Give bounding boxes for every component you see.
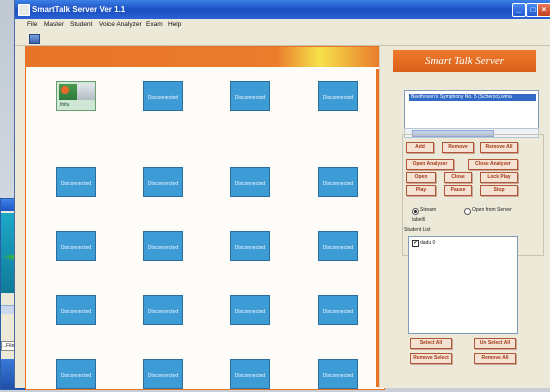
client-disconnected[interactable]: Disconnected — [56, 359, 96, 389]
client-label: thitu — [60, 102, 70, 108]
student-list-heading: Student List — [404, 227, 431, 233]
menu-exam[interactable]: Exam — [146, 21, 163, 28]
monitor-icon[interactable] — [29, 34, 40, 44]
remove-button[interactable]: Remove — [442, 142, 474, 153]
stream-radio[interactable] — [412, 208, 419, 215]
close-stream-button[interactable]: Close — [444, 172, 472, 183]
client-grid: thitu Disconnected Disconnected Disconnecte… — [26, 69, 379, 389]
remove-select-button[interactable]: Remove Select — [410, 353, 452, 364]
menu-bar: File Master Student Voice Analyzer Exam … — [15, 19, 550, 31]
menu-help[interactable]: Help — [168, 21, 181, 28]
menu-voice-analyzer[interactable]: Voice Analyzer — [99, 21, 142, 28]
client-disconnected[interactable]: Disconnected — [56, 295, 96, 325]
student-checkbox[interactable]: ✔ — [412, 240, 419, 247]
music-list-item[interactable]: Beethoven's Symphony No. 5 (Scherzo).wma — [409, 94, 536, 101]
client-disconnected[interactable]: Disconnected — [318, 295, 358, 325]
label6: label6 — [412, 217, 426, 223]
client-disconnected[interactable]: Disconnected — [143, 295, 183, 325]
client-panel: thitu Disconnected Disconnected Disconnecte… — [25, 46, 385, 390]
client-disconnected[interactable]: Disconnected — [56, 167, 96, 197]
pause-button[interactable]: Pause — [444, 185, 472, 196]
control-panel-header: Smart Talk Server — [393, 50, 536, 72]
client-disconnected[interactable]: Disconnected — [230, 81, 270, 111]
client-disconnected[interactable]: Disconnected — [230, 167, 270, 197]
client-disconnected[interactable]: Disconnected — [143, 359, 183, 389]
minimize-icon: _ — [516, 5, 522, 14]
add-button[interactable]: Add — [406, 142, 434, 153]
open-from-server-label: Open from Server — [472, 207, 512, 213]
menu-student[interactable]: Student — [70, 21, 92, 28]
client-disconnected[interactable]: Disconnected — [143, 81, 183, 111]
client-disconnected[interactable]: Disconnected — [143, 167, 183, 197]
window-title: SmartTalk Server Ver 1.1 — [32, 5, 126, 14]
client-disconnected[interactable]: Disconnected — [318, 167, 358, 197]
remove-all-students-button[interactable]: Remove All — [474, 353, 516, 364]
stop-button[interactable]: Stop — [480, 185, 518, 196]
open-analyzer-button[interactable]: Open Analyzer — [406, 159, 454, 170]
smarttalk-window: SmartTalk Server Ver 1.1 _ □ × File Mast… — [14, 0, 550, 390]
unselect-all-button[interactable]: Un Select All — [474, 338, 516, 349]
toolbar — [15, 31, 550, 46]
menu-master[interactable]: Master — [44, 21, 64, 28]
close-analyzer-button[interactable]: Close Analyzer — [468, 159, 518, 170]
lock-play-button[interactable]: Lock Play — [480, 172, 518, 183]
client-disconnected[interactable]: Disconnected — [230, 231, 270, 261]
panel-title: Smart Talk Server — [424, 55, 505, 67]
control-panel: Smart Talk Server Beethoven's Symphony N… — [379, 46, 550, 388]
student-name: dadu 0 — [420, 240, 436, 246]
play-button[interactable]: Play — [406, 185, 436, 196]
remove-all-button[interactable]: Remove All — [480, 142, 518, 153]
client-panel-header — [26, 47, 384, 67]
client-connected[interactable]: thitu — [56, 81, 96, 111]
client-disconnected[interactable]: Disconnected — [230, 295, 270, 325]
client-disconnected[interactable]: Disconnected — [230, 359, 270, 389]
music-list[interactable]: Beethoven's Symphony No. 5 (Scherzo).wma — [404, 90, 539, 130]
app-icon — [18, 4, 30, 16]
client-disconnected[interactable]: Disconnected — [318, 359, 358, 389]
window-titlebar[interactable]: SmartTalk Server Ver 1.1 _ □ × — [15, 0, 550, 19]
select-all-button[interactable]: Select All — [410, 338, 452, 349]
student-list[interactable]: ✔ dadu 0 — [408, 236, 518, 334]
menu-file[interactable]: File — [27, 21, 37, 28]
open-from-server-radio[interactable] — [464, 208, 471, 215]
stream-radio-label: Stream — [420, 207, 437, 213]
client-avatar-icon — [61, 86, 69, 94]
close-button[interactable]: × — [537, 3, 550, 17]
client-disconnected[interactable]: Disconnected — [143, 231, 183, 261]
close-icon: × — [541, 5, 547, 14]
client-disconnected[interactable]: Disconnected — [318, 231, 358, 261]
open-button[interactable]: Open — [406, 172, 436, 183]
client-disconnected[interactable]: Disconnected — [318, 81, 358, 111]
client-disconnected[interactable]: Disconnected — [56, 231, 96, 261]
minimize-button[interactable]: _ — [512, 3, 526, 17]
client-screen-thumbnail-2 — [77, 84, 95, 100]
